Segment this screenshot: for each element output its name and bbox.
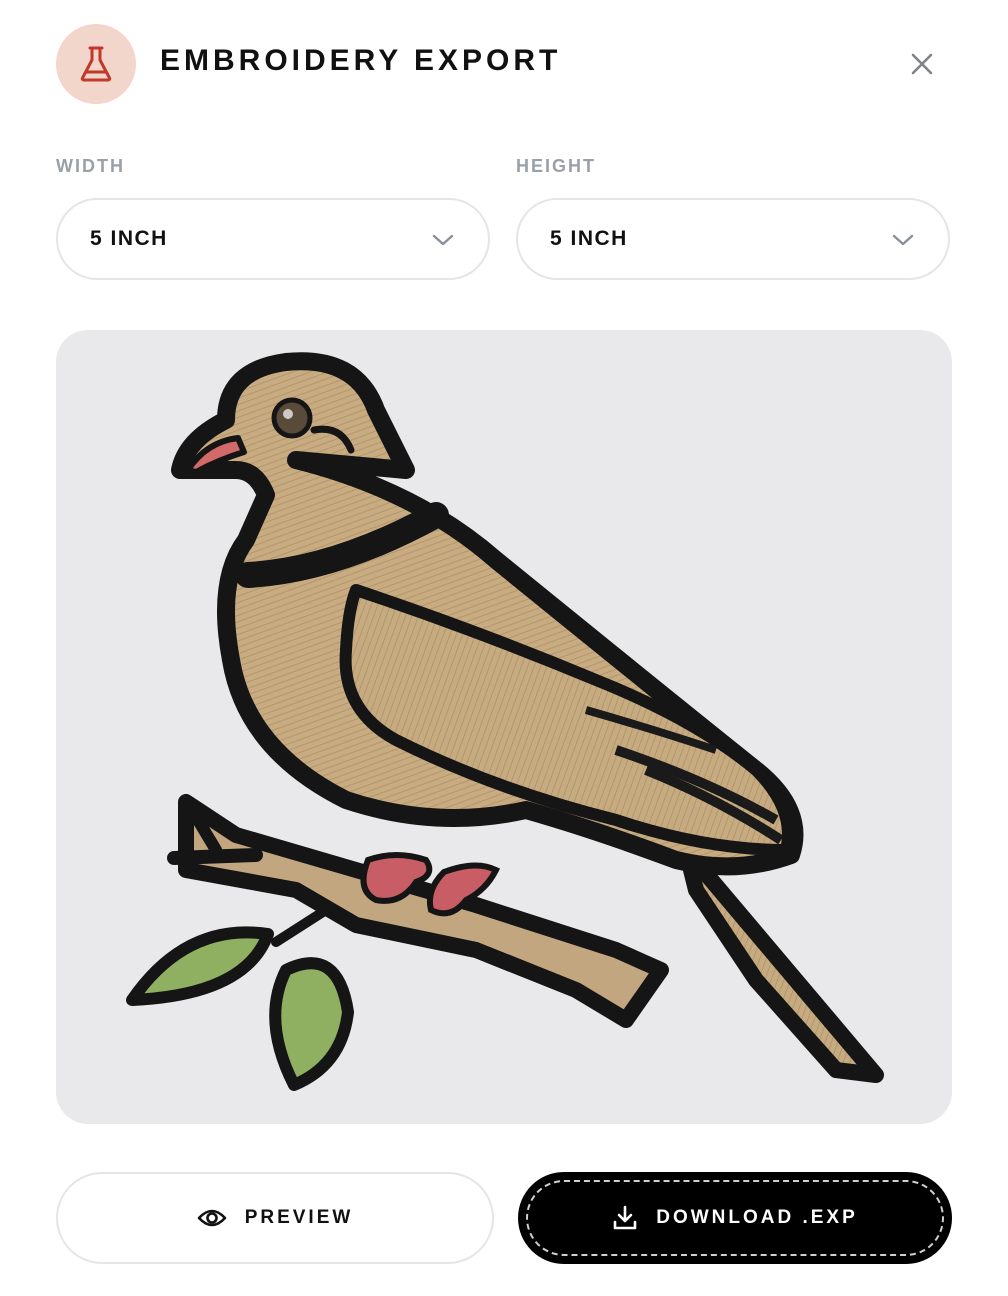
height-select[interactable]: 5 INCH <box>516 198 950 280</box>
preview-label: PREVIEW <box>244 1207 354 1228</box>
close-icon <box>911 53 933 75</box>
dialog-title: EMBROIDERY EXPORT <box>160 44 562 77</box>
height-value: 5 INCH <box>550 227 628 250</box>
app-badge <box>56 24 136 104</box>
chevron-down-icon <box>892 234 914 246</box>
download-label: DOWNLOAD .EXP <box>656 1207 858 1228</box>
embroidery-preview <box>56 330 952 1124</box>
embroidery-dove-image <box>126 352 884 1091</box>
close-button[interactable] <box>906 48 938 80</box>
width-value: 5 INCH <box>90 227 168 250</box>
chevron-down-icon <box>432 234 454 246</box>
preview-button[interactable]: PREVIEW <box>56 1172 494 1264</box>
flask-icon <box>80 46 112 82</box>
width-select[interactable]: 5 INCH <box>56 198 490 280</box>
eye-icon <box>197 1209 226 1227</box>
dialog-header: EMBROIDERY EXPORT <box>56 24 952 104</box>
download-icon <box>613 1205 637 1230</box>
height-label: HEIGHT <box>516 156 597 176</box>
width-label: WIDTH <box>56 156 125 176</box>
download-button[interactable]: DOWNLOAD .EXP <box>518 1172 952 1264</box>
